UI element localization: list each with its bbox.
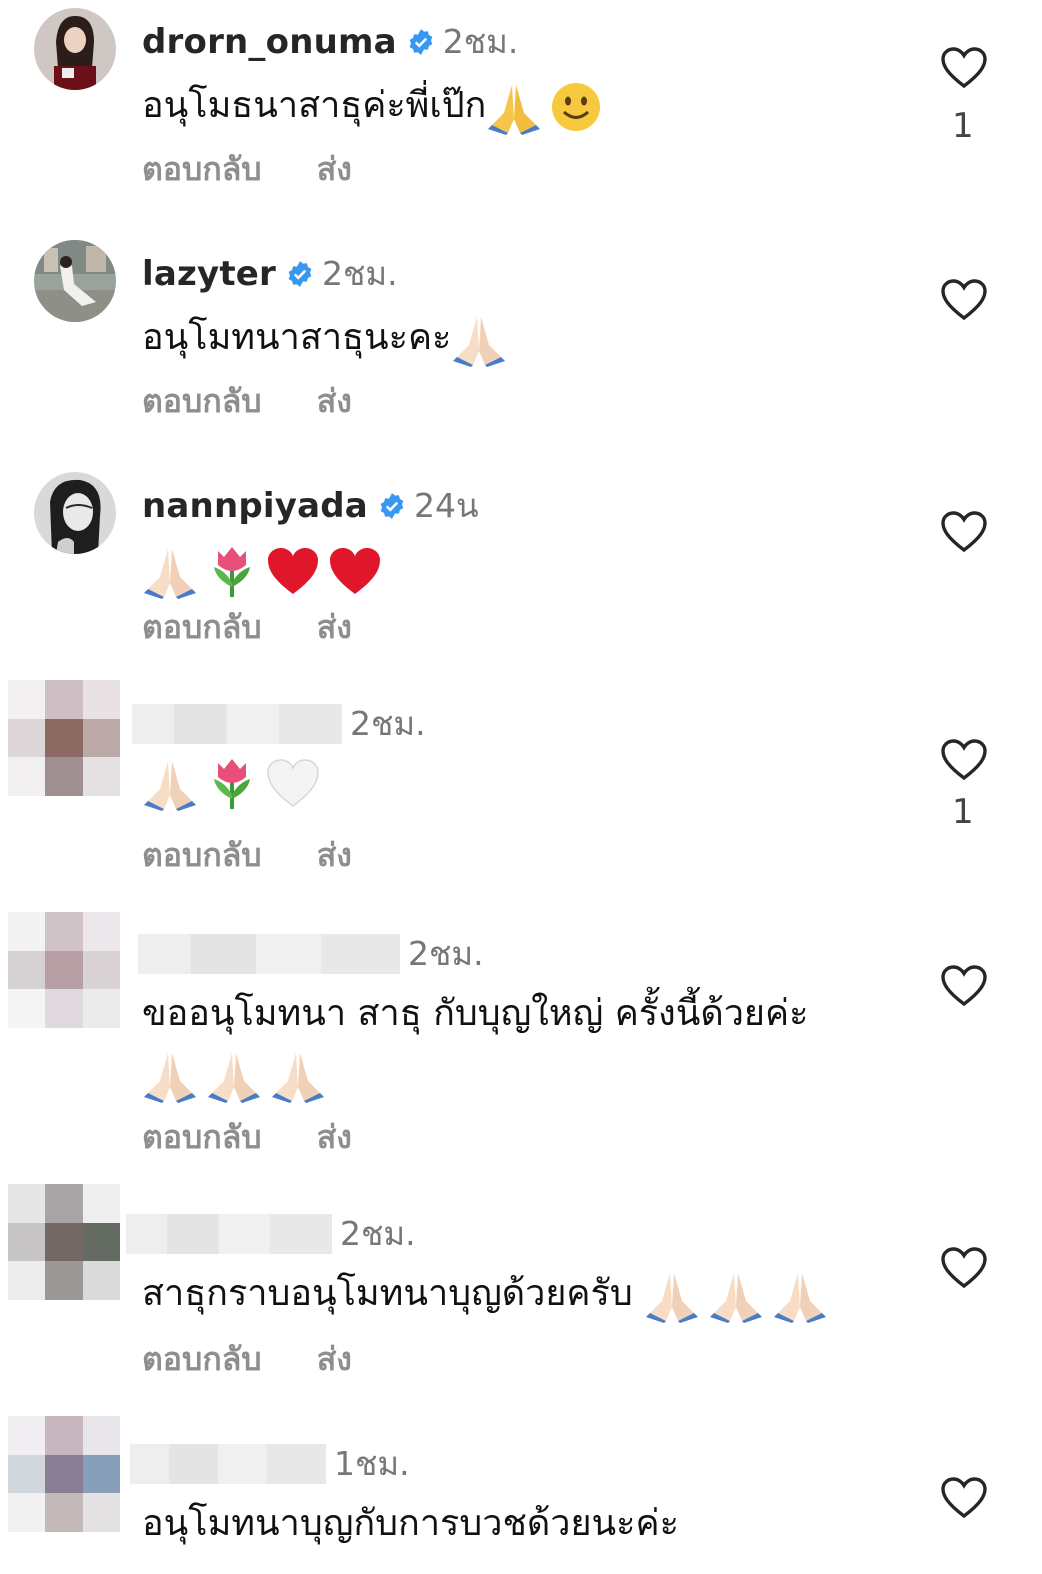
comment-header: lazyter 2ชม. xyxy=(142,252,398,296)
heart-icon[interactable] xyxy=(940,964,988,1008)
folded-hands-icon xyxy=(488,85,541,135)
heart-icon[interactable] xyxy=(940,1246,988,1290)
comment-header: drorn_onuma 2ชม. xyxy=(142,20,518,64)
tulip-icon xyxy=(214,759,250,809)
like-count: 1 xyxy=(952,792,974,832)
comment-item: 1ชม. อนุโมทนาบุญกับการบวชด้วยนะค่ะ xyxy=(0,1416,1042,1574)
comment-header: nannpiyada 24น xyxy=(142,484,479,528)
comment-text xyxy=(142,752,902,812)
heart-icon[interactable] xyxy=(940,278,988,322)
avatar[interactable] xyxy=(8,1184,120,1300)
comment-item: 2ชม. ตอบกลับ ส่ง 1 xyxy=(0,680,1042,900)
folded-hands-icon xyxy=(144,1053,196,1103)
comment-text: อนุโมทนาสาธุนะคะ xyxy=(142,308,902,368)
avatar[interactable] xyxy=(8,912,120,1028)
verified-badge-icon xyxy=(288,261,312,287)
send-button[interactable]: ส่ง xyxy=(317,608,352,646)
comment-body: อนุโมทนาสาธุนะคะ xyxy=(142,317,452,358)
comment-text: อนุโมทนาบุญกับการบวชด้วยนะค่ะ xyxy=(142,1494,902,1554)
reply-button[interactable]: ตอบกลับ xyxy=(142,150,262,188)
username-redacted[interactable] xyxy=(132,704,342,744)
reply-button[interactable]: ตอบกลับ xyxy=(142,382,262,420)
username[interactable]: drorn_onuma xyxy=(142,20,397,64)
send-button[interactable]: ส่ง xyxy=(317,1118,352,1156)
timestamp: 2ชม. xyxy=(350,704,426,743)
folded-hands-icon xyxy=(208,1053,260,1103)
red-heart-icon xyxy=(268,548,318,594)
folded-hands-icon xyxy=(144,549,196,599)
send-button[interactable]: ส่ง xyxy=(317,1340,352,1378)
red-heart-icon xyxy=(330,548,380,594)
send-button[interactable]: ส่ง xyxy=(317,150,352,188)
comment-item: drorn_onuma 2ชม. อนุโมธนาสาธุค่ะพี่เป๊ก … xyxy=(0,8,1042,208)
comment-actions: ตอบกลับ ส่ง xyxy=(142,830,396,881)
username-redacted[interactable] xyxy=(138,934,400,974)
folded-hands-icon xyxy=(453,317,506,367)
comment-body: ขออนุโมทนา สาธุ กับบุญใหญ่ ครั้งนี้ด้วยค… xyxy=(142,993,809,1034)
heart-icon[interactable] xyxy=(940,1476,988,1520)
comment-text: สาธุกราบอนุโมทนาบุญด้วยครับ xyxy=(142,1264,902,1324)
heart-icon[interactable] xyxy=(940,738,988,782)
comment-header: 2ชม. xyxy=(126,1212,416,1256)
comment-actions: ตอบกลับ ส่ง xyxy=(142,1112,396,1163)
reply-button[interactable]: ตอบกลับ xyxy=(142,836,262,874)
comment-header: 2ชม. xyxy=(138,932,484,976)
folded-hands-icon xyxy=(144,761,196,811)
comment-item: 2ชม. ขออนุโมทนา สาธุ กับบุญใหญ่ ครั้งนี้… xyxy=(0,912,1042,1172)
comment-item: 2ชม. สาธุกราบอนุโมทนาบุญด้วยครับ ตอบกลับ… xyxy=(0,1184,1042,1404)
folded-hands-icon xyxy=(272,1053,324,1103)
comment-text xyxy=(142,540,902,600)
white-heart-icon xyxy=(267,759,319,807)
avatar[interactable] xyxy=(34,8,116,90)
reply-button[interactable]: ตอบกลับ xyxy=(142,1118,262,1156)
username[interactable]: lazyter xyxy=(142,252,276,296)
comment-item: lazyter 2ชม. อนุโมทนาสาธุนะคะ ตอบกลับ ส่… xyxy=(0,240,1042,440)
comment-body: อนุโมธนาสาธุค่ะพี่เป๊ก xyxy=(142,85,487,126)
reply-button[interactable]: ตอบกลับ xyxy=(142,608,262,646)
comment-text: อนุโมธนาสาธุค่ะพี่เป๊ก xyxy=(142,76,902,136)
username[interactable]: nannpiyada xyxy=(142,484,368,528)
timestamp: 2ชม. xyxy=(322,254,398,293)
avatar[interactable] xyxy=(34,472,116,554)
folded-hands-icon xyxy=(646,1273,699,1323)
timestamp: 2ชม. xyxy=(340,1214,416,1253)
folded-hands-icon xyxy=(774,1273,827,1323)
username-redacted[interactable] xyxy=(130,1444,326,1484)
reply-button[interactable]: ตอบกลับ xyxy=(142,1340,262,1378)
smile-icon xyxy=(552,83,601,131)
verified-badge-icon xyxy=(409,29,433,55)
comment-header: 1ชม. xyxy=(130,1442,410,1486)
comment-header: 2ชม. xyxy=(132,702,426,746)
timestamp: 2ชม. xyxy=(408,934,484,973)
comment-text: ขออนุโมทนา สาธุ กับบุญใหญ่ ครั้งนี้ด้วยค… xyxy=(142,984,902,1104)
timestamp: 2ชม. xyxy=(442,22,519,61)
comment-actions: ตอบกลับ ส่ง xyxy=(142,602,396,653)
tulip-icon xyxy=(214,547,250,597)
comment-actions: ตอบกลับ ส่ง xyxy=(142,1334,396,1385)
timestamp: 24น xyxy=(413,486,479,525)
comment-actions: ตอบกลับ ส่ง xyxy=(142,144,396,195)
like-count: 1 xyxy=(952,106,974,146)
heart-icon[interactable] xyxy=(940,46,988,90)
folded-hands-icon xyxy=(710,1273,763,1323)
comment-body: อนุโมทนาบุญกับการบวชด้วยนะค่ะ xyxy=(142,1503,679,1544)
avatar[interactable] xyxy=(8,680,120,796)
avatar[interactable] xyxy=(34,240,116,322)
send-button[interactable]: ส่ง xyxy=(317,836,352,874)
comment-item: nannpiyada 24น ตอบกลับ ส่ง xyxy=(0,472,1042,672)
send-button[interactable]: ส่ง xyxy=(317,382,352,420)
avatar[interactable] xyxy=(8,1416,120,1532)
timestamp: 1ชม. xyxy=(334,1444,410,1483)
username-redacted[interactable] xyxy=(126,1214,332,1254)
heart-icon[interactable] xyxy=(940,510,988,554)
comment-body: สาธุกราบอนุโมทนาบุญด้วยครับ xyxy=(142,1273,633,1314)
verified-badge-icon xyxy=(380,493,404,519)
comment-actions: ตอบกลับ ส่ง xyxy=(142,376,396,427)
